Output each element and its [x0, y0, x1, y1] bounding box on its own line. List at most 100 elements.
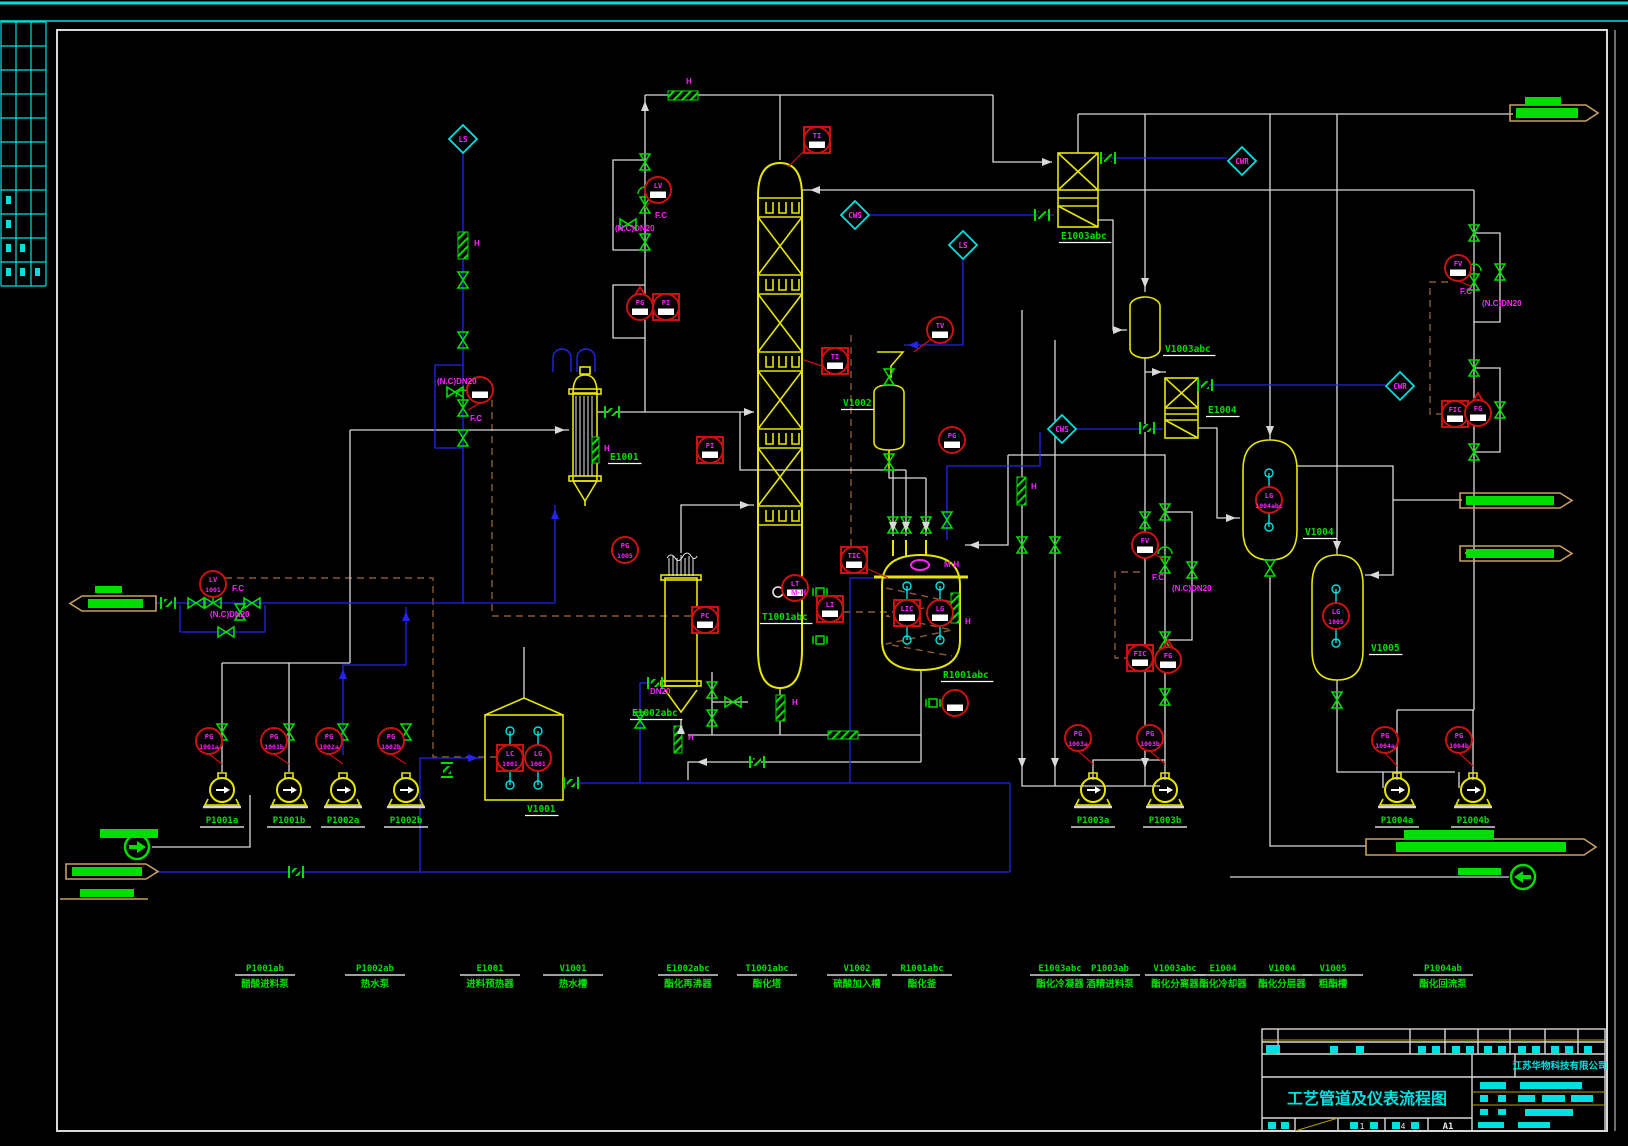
column-T1001abc — [758, 163, 802, 688]
sheet-no: 1 — [1360, 1122, 1365, 1131]
svg-text:TI: TI — [813, 132, 821, 140]
covered-tag — [650, 192, 666, 199]
pid-drawing-canvas: LV1001LVPGPITITIPIPG1005PCLTTICLILICLGTV… — [0, 0, 1628, 1146]
strip-mark — [35, 268, 40, 276]
pump-label: P1003a — [1077, 816, 1110, 826]
instrument-lc: LC1001 — [497, 727, 523, 789]
strip-mark — [20, 268, 25, 276]
svg-text:FV: FV — [1141, 537, 1150, 545]
drawing-frame — [0, 3, 1628, 1131]
svg-text:PG: PG — [205, 733, 213, 741]
instrument-leader — [274, 754, 289, 764]
instrument-leader — [804, 360, 822, 366]
covered-tag — [702, 452, 718, 459]
index-tag: P1004ab — [1424, 964, 1463, 974]
process-line — [1008, 455, 1165, 760]
instrument-pg: PG1003b — [1137, 725, 1163, 751]
flow-arrow — [1369, 571, 1379, 579]
instrument-fic: FIC — [1127, 645, 1153, 671]
distributor — [792, 356, 799, 367]
index-tag: E1003abc — [1038, 964, 1081, 974]
equipment-tag: V1001 — [527, 804, 556, 815]
flow-arrow — [1042, 158, 1052, 166]
covered-tag — [809, 142, 825, 149]
pump — [1146, 773, 1184, 807]
flow-arrow — [402, 611, 410, 621]
distributor — [766, 510, 773, 521]
covered-tag — [1470, 415, 1486, 422]
spec-break-hatch — [776, 695, 785, 721]
note-label: H — [688, 733, 694, 742]
process-line — [688, 762, 921, 780]
svg-text:1005: 1005 — [1328, 618, 1344, 626]
svg-text:LT: LT — [791, 580, 799, 588]
svg-text:FV: FV — [1454, 260, 1463, 268]
column-shell — [758, 163, 802, 688]
index-name: 粗酯槽 — [1319, 978, 1348, 990]
index-name: 酯化回流泵 — [1419, 978, 1467, 990]
redacted-stream-label — [1396, 842, 1566, 852]
instrument-lv: LV1001 — [200, 571, 226, 597]
covered-tag — [1132, 660, 1148, 667]
redacted-stream-label — [72, 867, 142, 876]
utility-connector — [125, 835, 149, 859]
covered-tag — [822, 611, 838, 618]
redacted-stream-label — [1466, 549, 1554, 558]
svg-text:FG: FG — [1164, 652, 1172, 660]
instrument-fv: FV — [1132, 532, 1158, 558]
process-line — [1093, 760, 1165, 780]
flow-arrow — [908, 341, 918, 349]
svg-text:1004a: 1004a — [1375, 742, 1395, 750]
instrument-pg: PG1003a — [1065, 725, 1091, 751]
covered-tag — [947, 705, 963, 712]
index-name: 酯化分层器 — [1258, 978, 1306, 990]
sheet-size: A1 — [1443, 1122, 1454, 1132]
equipment-tag: V1003abc — [1165, 344, 1211, 355]
svg-text:1001: 1001 — [530, 760, 546, 768]
flow-arrow — [1018, 758, 1026, 768]
separator-V1003abc — [1130, 297, 1160, 358]
equipment-tag: E1004 — [1208, 405, 1237, 416]
distributor — [766, 202, 773, 213]
instrument-lv: LV — [645, 177, 671, 203]
equipment-tag: V1005 — [1371, 643, 1400, 654]
svg-text:CWR: CWR — [1393, 382, 1407, 391]
redacted-stream-label — [1404, 830, 1494, 839]
instrument-pi: PI — [653, 294, 679, 320]
utility-line — [420, 758, 482, 872]
index-name: 酒精进料泵 — [1086, 978, 1134, 990]
instrument-tv: TV — [927, 317, 953, 343]
condenser-E1003abc — [1058, 153, 1098, 227]
svg-text:FIC: FIC — [1134, 650, 1147, 658]
covered-tag — [472, 392, 488, 399]
pump-label: P1003b — [1149, 816, 1182, 826]
index-name: 热水泵 — [361, 978, 390, 990]
instrument-pg: PG1002b — [378, 728, 404, 754]
flow-arrow — [551, 509, 559, 519]
svg-text:LIC: LIC — [901, 605, 914, 613]
note-label: H — [474, 239, 480, 248]
drain-symbol — [813, 636, 827, 644]
svg-text:LG: LG — [936, 605, 944, 613]
instrument-tic: TIC — [841, 547, 867, 573]
index-tag: P1002ab — [356, 964, 395, 974]
spec-break-hatch — [1017, 477, 1026, 505]
svg-text:PI: PI — [662, 299, 670, 307]
signal-line — [492, 400, 700, 616]
redacted-bars — [1266, 1045, 1593, 1129]
process-line — [613, 160, 645, 250]
instrument-leader — [1078, 751, 1093, 764]
instrument-pg: PG — [939, 427, 965, 453]
instrument-pg: PG1005 — [612, 537, 638, 563]
covered-tag — [932, 615, 948, 622]
redacted-stream-label — [95, 586, 122, 593]
flow-arrow — [1051, 758, 1059, 768]
redacted-stream-label — [1516, 108, 1578, 118]
note-label: F.C — [1460, 287, 1472, 296]
svg-text:PG: PG — [636, 299, 644, 307]
svg-text:FG: FG — [1474, 405, 1482, 413]
note-label: H — [686, 77, 692, 86]
note-label: (N.C)DN20 — [210, 610, 250, 619]
distributor — [766, 356, 773, 367]
instrument-pg: PG1001a — [196, 728, 222, 754]
